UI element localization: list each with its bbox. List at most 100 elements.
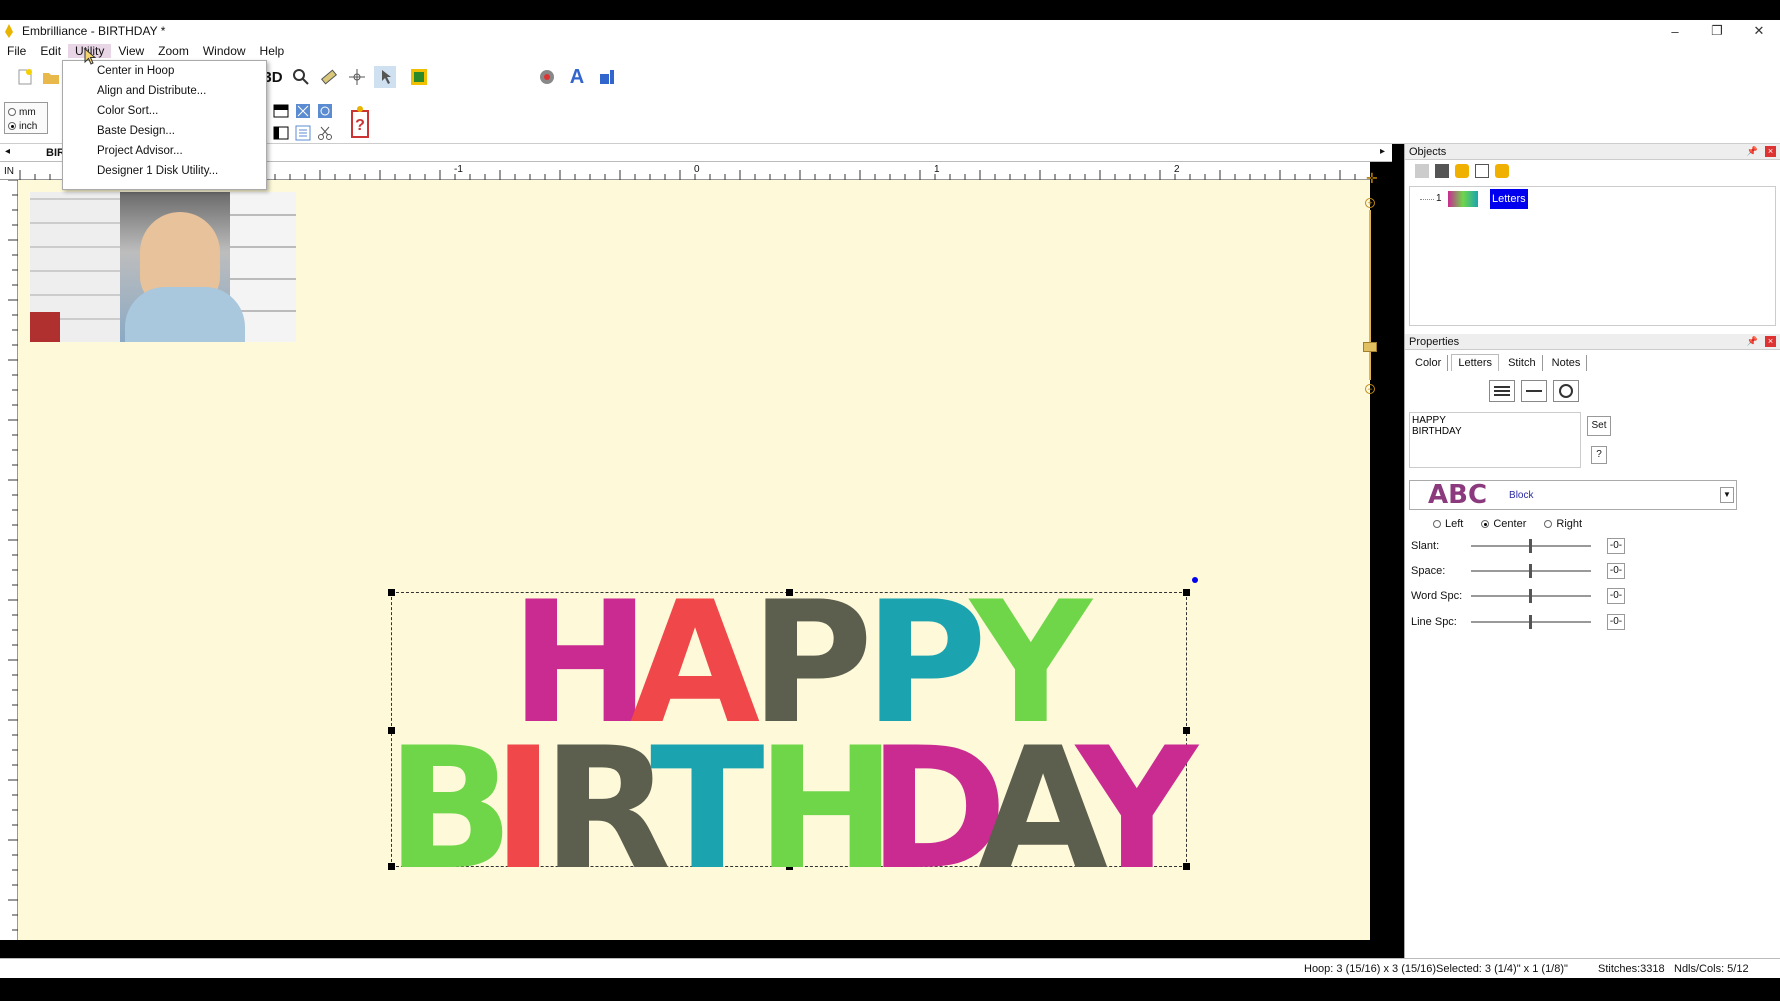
help-question-icon[interactable]: ? (350, 104, 370, 140)
menu-item-project-advisor[interactable]: Project Advisor... (63, 141, 266, 161)
close-button[interactable]: ✕ (1738, 20, 1780, 42)
inch-radio[interactable] (8, 122, 16, 130)
align-top-icon[interactable] (270, 100, 292, 122)
line-spacing-slider[interactable] (1471, 615, 1591, 629)
tab-stitch[interactable]: Stitch (1502, 355, 1543, 371)
slant-value[interactable]: -0- (1607, 538, 1625, 554)
circle-layout-icon[interactable] (1553, 380, 1579, 402)
select-pointer-icon[interactable] (374, 66, 396, 88)
menu-help[interactable]: Help (253, 44, 292, 58)
tab-letters[interactable]: Letters (1451, 354, 1499, 371)
zoom-slider[interactable]: ✛ + − (1362, 170, 1378, 400)
multi-line-layout-icon[interactable] (1489, 380, 1515, 402)
color-list-icon[interactable] (408, 66, 430, 88)
space-thumb[interactable] (1529, 564, 1532, 578)
toolbar: 3D A mm inch ? (0, 60, 1780, 144)
word-spacing-value[interactable]: -0- (1607, 588, 1625, 604)
new-file-icon[interactable] (14, 66, 36, 88)
menu-window[interactable]: Window (196, 44, 253, 58)
center-design-icon[interactable] (314, 100, 336, 122)
hide-icon[interactable] (1475, 164, 1489, 178)
open-folder-icon[interactable] (40, 66, 62, 88)
menu-item-designer1-disk-utility[interactable]: Designer 1 Disk Utility... (63, 161, 266, 181)
properties-panel-header: Properties 📌 × (1405, 334, 1780, 350)
inch-label: inch (19, 120, 38, 132)
word-spacing-slider-row: Word Spc: -0- (1411, 586, 1771, 606)
properties-panel-title: Properties (1409, 335, 1460, 348)
monogram-icon[interactable] (596, 66, 618, 88)
line-spacing-thumb[interactable] (1529, 615, 1532, 629)
menu-item-color-sort[interactable]: Color Sort... (63, 101, 266, 121)
menu-zoom[interactable]: Zoom (151, 44, 196, 58)
space-value[interactable]: -0- (1607, 563, 1625, 579)
magnifier-icon[interactable] (290, 66, 312, 88)
text-tool-icon[interactable]: A (566, 66, 588, 88)
gear-settings-icon[interactable] (536, 66, 558, 88)
tab-scroll-right-icon[interactable]: ▸ (1380, 146, 1385, 157)
status-stitches: Stitches:3318 (1598, 963, 1665, 975)
group-icon[interactable] (1415, 164, 1429, 178)
text-entry-field[interactable] (1409, 412, 1581, 468)
align-left-icon[interactable] (270, 122, 292, 144)
lock-icon[interactable] (1455, 164, 1469, 178)
word-spacing-thumb[interactable] (1529, 589, 1532, 603)
object-thumbnail[interactable] (1448, 191, 1478, 207)
menu-view[interactable]: View (111, 44, 151, 58)
slant-slider[interactable] (1471, 539, 1591, 553)
zoom-in-icon[interactable]: + (1365, 198, 1375, 208)
tab-color[interactable]: Color (1409, 355, 1449, 371)
help-button[interactable]: ? (1591, 446, 1607, 464)
align-right-radio[interactable] (1544, 520, 1553, 528)
resize-handle-tr[interactable] (1183, 589, 1190, 596)
top-black-bar (0, 0, 1780, 20)
single-line-layout-icon[interactable] (1521, 380, 1547, 402)
restore-button[interactable]: ❐ (1696, 20, 1738, 42)
unlock-icon[interactable] (1495, 164, 1509, 178)
menu-item-baste-design[interactable]: Baste Design... (63, 121, 266, 141)
pin-icon[interactable]: 📌 (1747, 146, 1758, 157)
mm-radio[interactable] (8, 108, 16, 116)
unit-mm-option[interactable]: mm (8, 105, 44, 119)
align-left-radio[interactable] (1433, 520, 1441, 528)
align-right-option[interactable]: Right (1544, 518, 1582, 530)
font-dropdown-chevron-icon[interactable]: ▼ (1720, 487, 1734, 503)
menu-file[interactable]: File (0, 44, 33, 58)
scissors-icon[interactable] (314, 122, 336, 144)
objects-panel-header: Objects 📌 × (1405, 144, 1780, 160)
unit-inch-option[interactable]: inch (8, 119, 44, 133)
line-spacing-value[interactable]: -0- (1607, 614, 1625, 630)
hoop-center-icon[interactable] (346, 66, 368, 88)
vertical-ruler (0, 179, 18, 940)
zoom-out-icon[interactable]: − (1365, 384, 1375, 394)
slant-thumb[interactable] (1529, 539, 1532, 553)
space-slider[interactable] (1471, 564, 1591, 578)
fit-hoop-icon[interactable] (292, 100, 314, 122)
distribute-icon[interactable] (292, 122, 314, 144)
hoop-compass-icon[interactable]: ✛ (1366, 170, 1378, 187)
app-logo-icon (5, 24, 13, 38)
object-item-letters[interactable]: Letters (1490, 189, 1528, 209)
minimize-button[interactable]: – (1654, 20, 1696, 42)
zoom-thumb[interactable] (1363, 342, 1377, 352)
design-canvas[interactable]: HAPPY BIRTHDAY ✛ + − (18, 170, 1378, 940)
window-controls: – ❐ ✕ (1654, 20, 1780, 42)
align-center-radio[interactable] (1481, 520, 1490, 528)
resize-handle-tl[interactable] (388, 589, 395, 596)
tab-notes[interactable]: Notes (1546, 355, 1588, 371)
ruler-unit-label: IN (4, 166, 14, 177)
align-center-option[interactable]: Center (1481, 518, 1526, 530)
tab-scroll-left-icon[interactable]: ◂ (5, 146, 10, 157)
ruler-icon[interactable] (318, 66, 340, 88)
set-button[interactable]: Set (1587, 416, 1611, 436)
ungroup-icon[interactable] (1435, 164, 1449, 178)
menu-item-align-distribute[interactable]: Align and Distribute... (63, 81, 266, 101)
font-selector[interactable]: ABC Block ▼ (1409, 480, 1737, 510)
properties-pin-icon[interactable]: 📌 (1747, 336, 1758, 347)
objects-close-icon[interactable]: × (1765, 146, 1776, 157)
word-spacing-slider[interactable] (1471, 589, 1591, 603)
rotate-handle[interactable] (1192, 577, 1198, 583)
menu-edit[interactable]: Edit (33, 44, 68, 58)
properties-close-icon[interactable]: × (1765, 336, 1776, 347)
selection-box[interactable]: HAPPY BIRTHDAY (386, 577, 1198, 893)
align-left-option[interactable]: Left (1433, 518, 1463, 530)
